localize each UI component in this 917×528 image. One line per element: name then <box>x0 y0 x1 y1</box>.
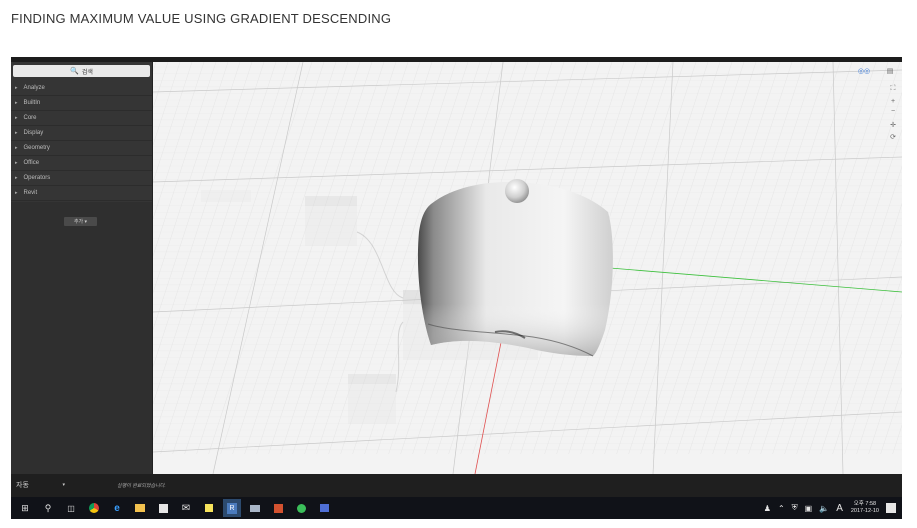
add-label: 추가 <box>73 219 84 225</box>
revit-icon[interactable]: R <box>223 499 241 517</box>
library-item-builtin[interactable]: ▸ BuiltIn <box>11 96 152 111</box>
graph-view-toggle-icon[interactable]: ▤ <box>882 66 898 76</box>
chevron-down-icon: ▾ <box>62 482 65 488</box>
pan-icon[interactable]: ✛ <box>888 120 898 130</box>
library-search-label: 검색 <box>81 69 93 76</box>
clock[interactable]: 오후 7:58 2017-12-10 <box>851 501 879 515</box>
zoom-extents-icon[interactable]: ⛶ <box>888 84 898 94</box>
library-item-label: Office <box>23 160 40 166</box>
app-icon[interactable] <box>315 499 333 517</box>
library-item-revit[interactable]: ▸ Revit <box>11 186 152 201</box>
chevron-right-icon: ▸ <box>15 145 18 151</box>
dynamo-screenshot: 🔍 검색 ▸ Analyze ▸ BuiltIn ▸ Core ▸ Display ▸ G… <box>11 57 902 519</box>
zoom-in-icon[interactable]: + <box>888 96 898 106</box>
orbit-icon[interactable]: ⟳ <box>888 132 898 142</box>
library-item-display[interactable]: ▸ Display <box>11 126 152 141</box>
run-status-message: 실행이 완료되었습니다. <box>117 483 166 489</box>
slide-title: FINDING MAXIMUM VALUE USING GRADIENT DES… <box>11 11 392 26</box>
input-language-indicator[interactable]: A <box>836 503 843 514</box>
library-empty-area <box>11 202 152 474</box>
library-item-analyze[interactable]: ▸ Analyze <box>11 81 152 96</box>
chevron-right-icon: ▸ <box>15 115 18 121</box>
chevron-up-icon[interactable]: ⌃ <box>778 504 785 513</box>
clock-date: 2017-12-10 <box>850 508 879 514</box>
chevron-right-icon: ▸ <box>15 160 18 166</box>
status-bar: 자동 ▾ 실행이 완료되었습니다. <box>11 474 902 497</box>
task-view-icon[interactable]: ◫ <box>62 499 80 517</box>
chevron-right-icon: ▸ <box>15 85 18 91</box>
zoom-out-icon[interactable]: − <box>888 106 898 116</box>
library-item-operators[interactable]: ▸ Operators <box>11 171 152 186</box>
geometry-view-toggle-icon[interactable]: ◎◎ <box>854 66 874 76</box>
search-icon: 🔍 <box>70 68 79 75</box>
volume-icon[interactable]: 🔈 <box>819 504 829 513</box>
people-icon[interactable]: ♟ <box>764 504 771 513</box>
file-explorer-icon[interactable] <box>131 499 149 517</box>
background-3d-preview[interactable]: ◎◎ ▤ ⛶ + − ✛ ⟳ <box>153 62 902 474</box>
library-item-label: BuiltIn <box>23 100 41 106</box>
network-icon[interactable]: ▣ <box>805 504 813 513</box>
library-item-label: Geometry <box>23 145 50 151</box>
sticky-notes-icon[interactable] <box>200 499 218 517</box>
spotify-icon[interactable] <box>292 499 310 517</box>
chevron-right-icon: ▸ <box>15 175 18 181</box>
library-add-button[interactable]: 추가 ▾ <box>64 217 97 226</box>
3d-scene <box>153 62 902 474</box>
chrome-icon[interactable] <box>85 499 103 517</box>
clock-time: 오후 7:58 <box>853 501 877 507</box>
library-item-label: Analyze <box>23 85 45 91</box>
notification-icon[interactable] <box>886 503 896 513</box>
windows-start-icon[interactable]: ⊞ <box>16 499 34 517</box>
run-mode-label: 자동 <box>16 482 29 489</box>
library-item-office[interactable]: ▸ Office <box>11 156 152 171</box>
search-icon[interactable]: ⚲ <box>39 499 57 517</box>
mail-icon[interactable]: ✉ <box>177 499 195 517</box>
chevron-right-icon: ▸ <box>15 190 18 196</box>
run-mode-dropdown[interactable]: 자동 ▾ <box>13 478 68 492</box>
display-icon[interactable] <box>246 499 264 517</box>
windows-taskbar: ⊞ ⚲ ◫ e ✉ R ♟ ⌃ ⛨ ▣ 🔈 A 오후 7:58 2017-12-… <box>11 497 902 519</box>
chevron-right-icon: ▸ <box>15 100 18 106</box>
system-tray: ♟ ⌃ ⛨ ▣ 🔈 A 오후 7:58 2017-12-10 <box>757 497 896 519</box>
library-item-label: Core <box>23 115 37 121</box>
library-search-input[interactable]: 🔍 검색 <box>13 65 150 77</box>
chevron-right-icon: ▸ <box>15 130 18 136</box>
library-item-label: Revit <box>23 190 38 196</box>
library-item-label: Operators <box>23 175 51 181</box>
library-panel: 🔍 검색 ▸ Analyze ▸ BuiltIn ▸ Core ▸ Display ▸ G… <box>11 62 153 474</box>
chevron-down-icon: ▾ <box>84 218 88 225</box>
powerpoint-icon[interactable] <box>269 499 287 517</box>
maximum-point-sphere <box>505 179 529 203</box>
shield-icon[interactable]: ⛨ <box>792 503 798 513</box>
library-item-geometry[interactable]: ▸ Geometry <box>11 141 152 156</box>
edge-icon[interactable]: e <box>108 499 126 517</box>
store-icon[interactable] <box>154 499 172 517</box>
library-item-label: Display <box>23 130 44 136</box>
library-item-core[interactable]: ▸ Core <box>11 111 152 126</box>
